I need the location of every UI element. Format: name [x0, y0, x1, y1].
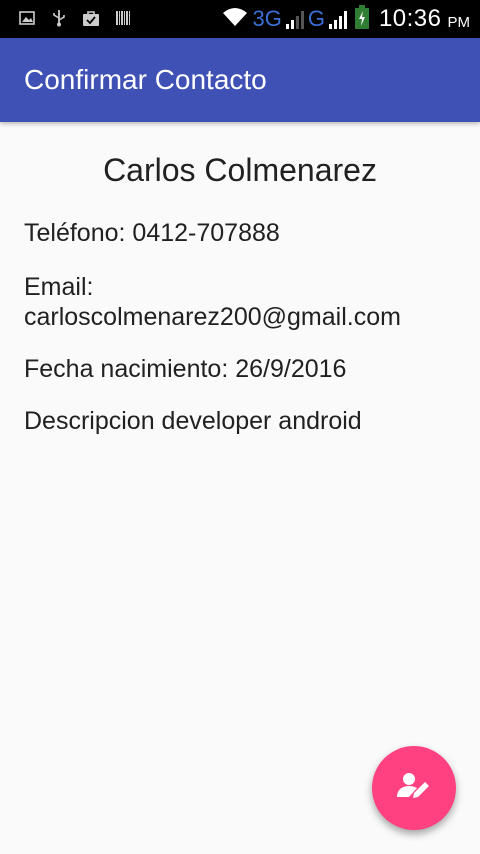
status-time: 10:36	[378, 5, 442, 32]
contact-email-label: Email:	[24, 273, 94, 301]
edit-contact-button[interactable]	[372, 746, 456, 830]
contact-phone: Teléfono: 0412-707888	[24, 219, 280, 247]
edit-contact-icon	[397, 771, 431, 806]
battery-charging-icon	[354, 4, 369, 34]
usb-icon	[50, 9, 68, 27]
network-type-g: G	[307, 6, 325, 31]
contact-birth-date: Fecha nacimiento: 26/9/2016	[24, 355, 347, 383]
barcode-icon	[114, 9, 132, 27]
contact-description: Descripcion developer android	[24, 407, 362, 435]
shopping-bag-icon	[82, 9, 100, 27]
contact-email-block: Email: carloscolmenarez200@gmail.com	[24, 272, 464, 332]
wifi-icon	[222, 6, 248, 33]
status-bar: 3G G 10:36 PM	[0, 0, 480, 38]
app-bar: Confirmar Contacto	[0, 38, 480, 122]
status-ampm: PM	[447, 13, 471, 31]
page-title: Confirmar Contacto	[24, 64, 267, 95]
signal-bars-1	[285, 9, 304, 29]
network-type-3g: 3G	[252, 6, 282, 31]
image-icon	[18, 9, 36, 27]
contact-email: carloscolmenarez200@gmail.com	[24, 303, 401, 331]
signal-bars-2	[328, 9, 347, 29]
contact-name: Carlos Colmenarez	[103, 152, 377, 188]
